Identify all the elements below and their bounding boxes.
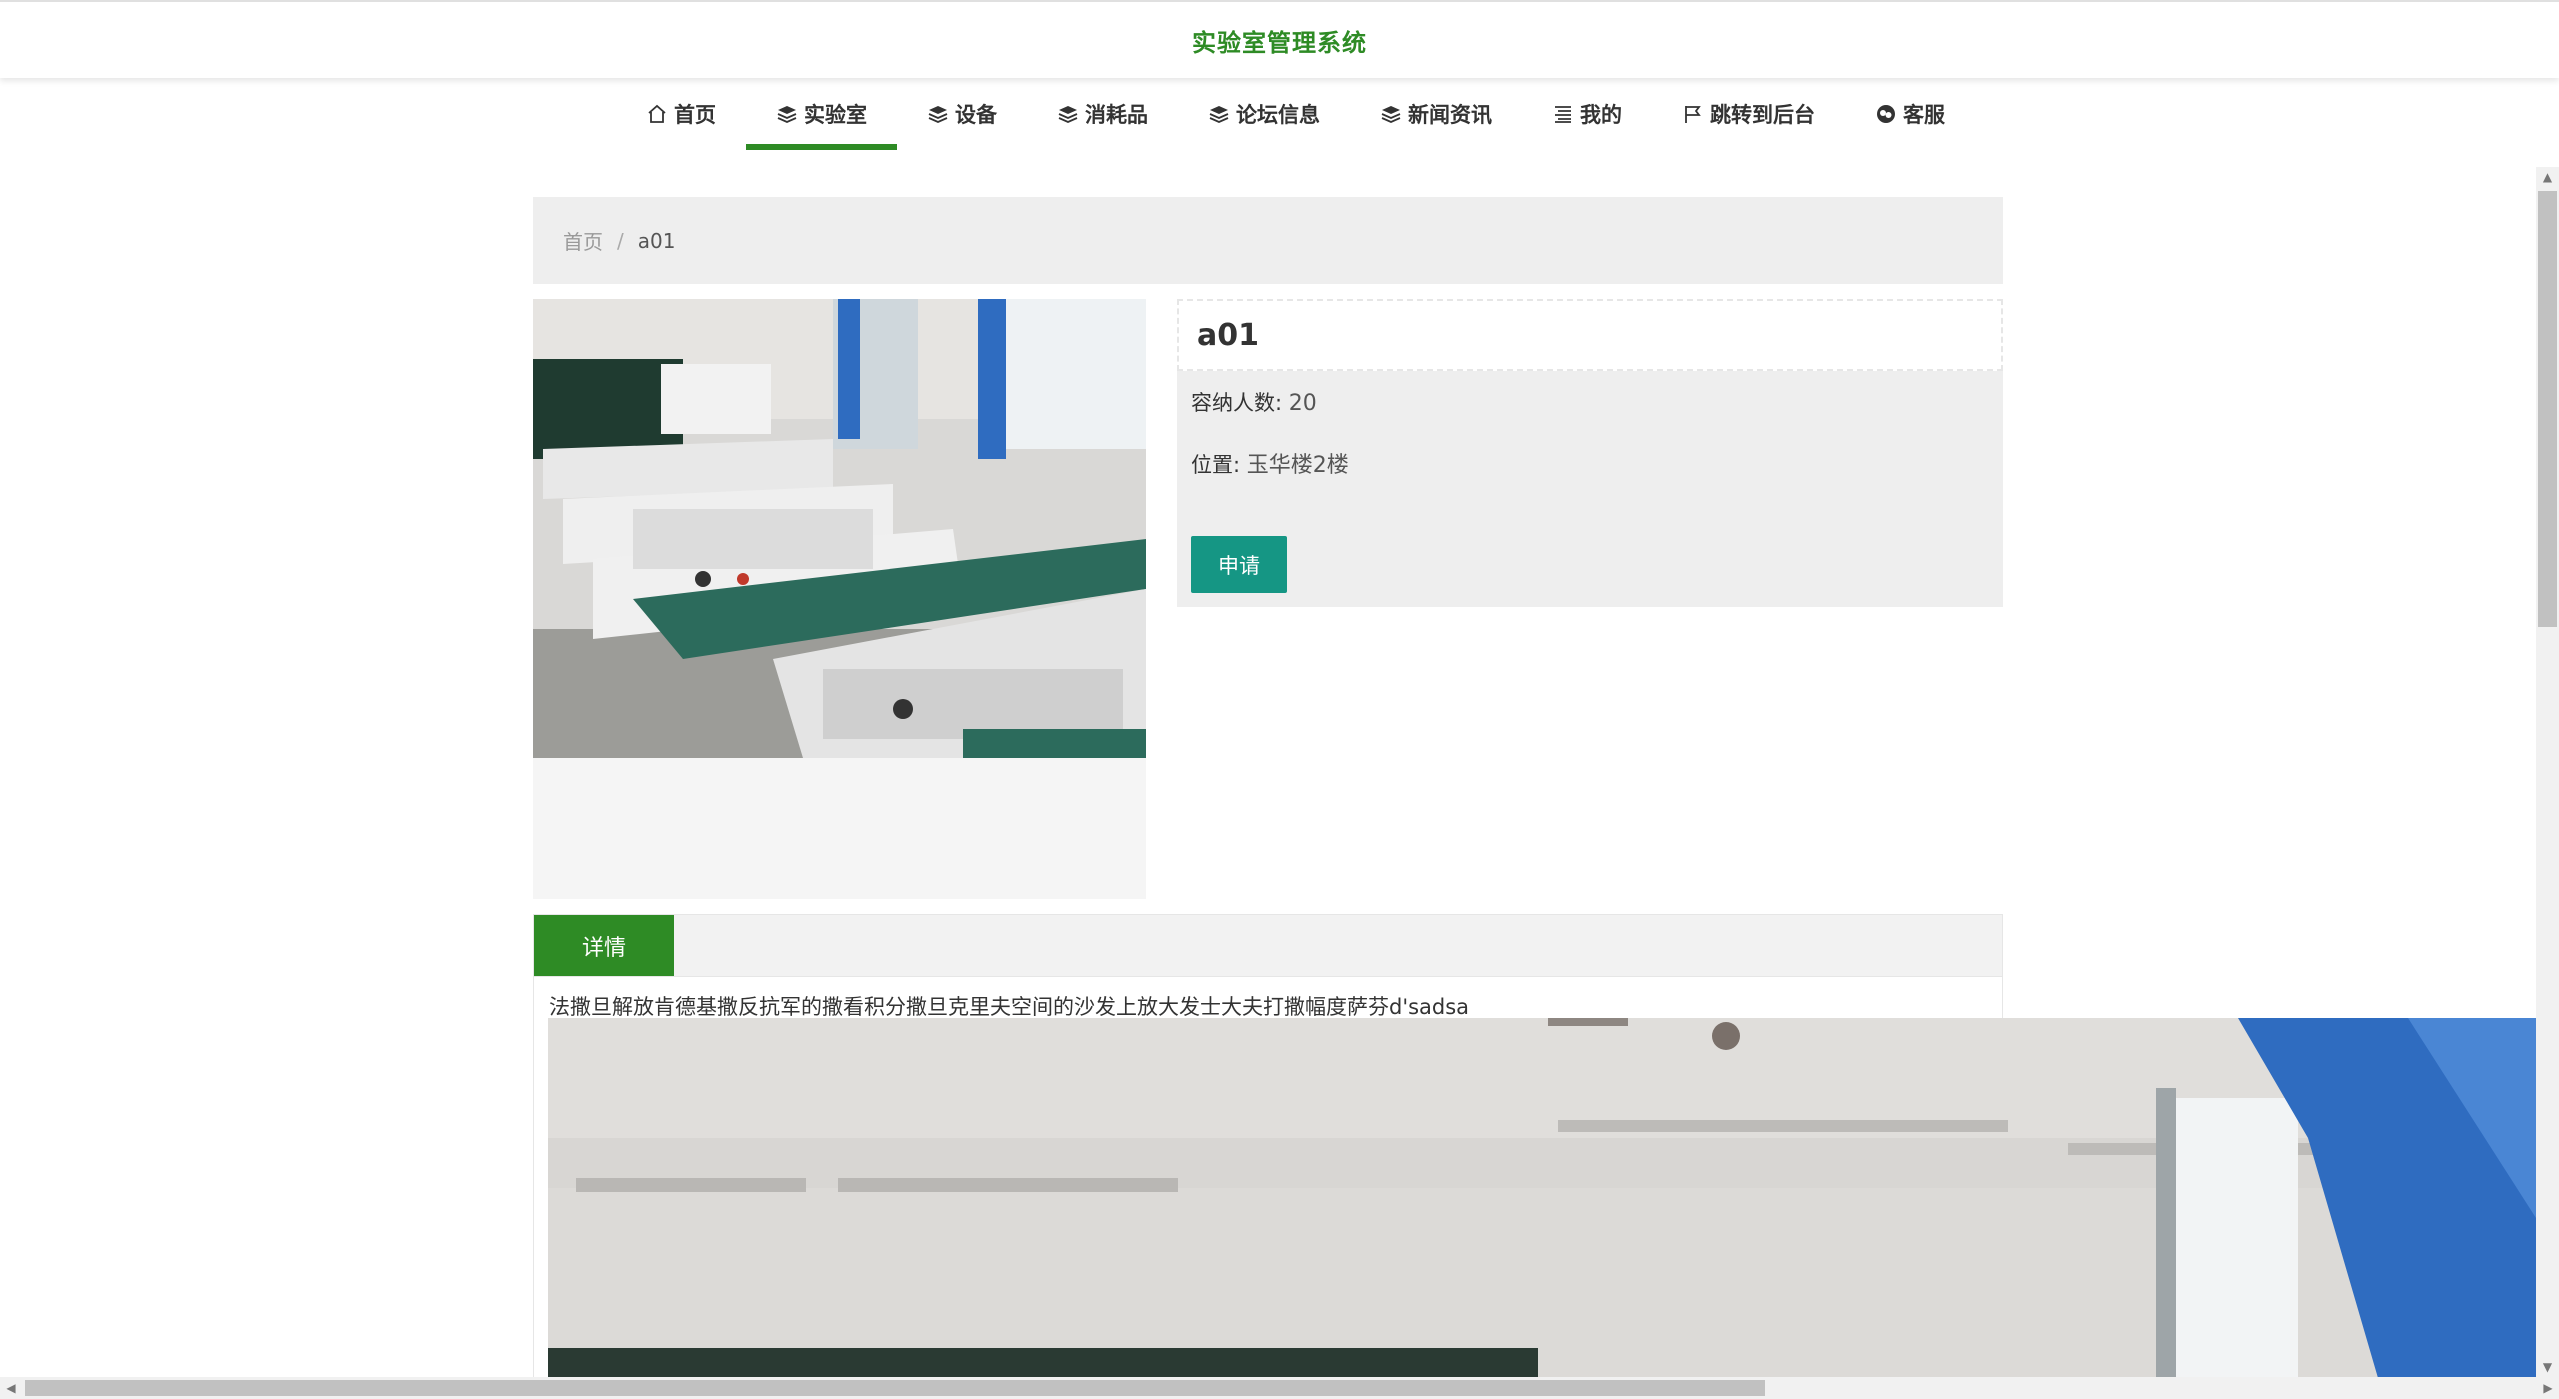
nav-label: 跳转到后台 <box>1710 103 1815 127</box>
layers-icon <box>1058 106 1078 123</box>
location-value: 玉华楼2楼 <box>1246 453 1349 478</box>
scroll-down-icon[interactable]: ▼ <box>2536 1357 2559 1377</box>
location-row: 位置: 玉华楼2楼 <box>1191 447 1349 479</box>
nav-label: 新闻资讯 <box>1408 103 1492 127</box>
breadcrumb-current: a01 <box>637 228 676 253</box>
horizontal-scroll-thumb[interactable] <box>25 1380 1765 1396</box>
flag-icon <box>1685 106 1701 123</box>
nav-label: 我的 <box>1580 103 1622 127</box>
lab-photo <box>533 299 1146 758</box>
lab-photo-container <box>533 299 1146 899</box>
nav-label: 设备 <box>955 103 997 127</box>
top-header: 实验室管理系统 <box>0 0 2559 78</box>
site-title: 实验室管理系统 <box>1192 28 1367 57</box>
nav-label: 首页 <box>674 103 716 127</box>
capacity-label: 容纳人数: <box>1191 391 1283 415</box>
scroll-right-icon[interactable]: ▶ <box>2537 1377 2559 1399</box>
vertical-scroll-thumb[interactable] <box>2538 191 2557 627</box>
nav-label: 实验室 <box>804 103 867 127</box>
nav-label: 客服 <box>1903 103 1945 127</box>
list-icon <box>1555 106 1571 123</box>
nav-item-equipment[interactable]: 设备 <box>897 80 1027 148</box>
breadcrumb-home[interactable]: 首页 <box>563 226 603 255</box>
layers-icon <box>1381 106 1401 123</box>
scroll-left-icon[interactable]: ◀ <box>0 1377 22 1399</box>
detail-photo-image <box>548 1018 2536 1378</box>
layers-icon <box>777 106 797 123</box>
breadcrumb-separator: / <box>617 228 624 253</box>
detail-description: 法撒旦解放肯德基撒反抗军的撒看积分撒旦克里夫空间的沙发上放大发士大夫打撒幅度萨芬… <box>549 995 1470 1019</box>
location-label: 位置: <box>1191 453 1241 477</box>
nav-item-admin[interactable]: 跳转到后台 <box>1652 80 1845 148</box>
main-nav: 首页 实验室 设备 消耗品 论坛信息 新闻资讯 我的 跳转到后台 客服 <box>616 100 1975 168</box>
detail-photo <box>548 1018 2536 1378</box>
scroll-up-icon[interactable]: ▲ <box>2536 167 2559 187</box>
tab-strip <box>534 915 2002 977</box>
layers-icon <box>1209 106 1229 123</box>
capacity-row: 容纳人数: 20 <box>1191 387 1317 417</box>
nav-label: 论坛信息 <box>1236 103 1320 127</box>
tab-detail[interactable]: 详情 <box>534 915 674 976</box>
nav-item-lab[interactable]: 实验室 <box>746 80 897 150</box>
nav-item-news[interactable]: 新闻资讯 <box>1350 80 1522 148</box>
nav-item-forum[interactable]: 论坛信息 <box>1178 80 1350 148</box>
nav-item-support[interactable]: 客服 <box>1845 80 1975 148</box>
vertical-scrollbar[interactable]: ▲ ▼ <box>2536 167 2559 1377</box>
home-icon <box>648 104 666 123</box>
capacity-value: 20 <box>1288 391 1317 416</box>
nav-item-consumables[interactable]: 消耗品 <box>1027 80 1178 148</box>
lab-name: a01 <box>1177 299 2003 371</box>
breadcrumb: 首页 / a01 <box>533 197 2003 284</box>
nav-label: 消耗品 <box>1085 103 1148 127</box>
nav-item-home[interactable]: 首页 <box>616 80 746 148</box>
chat-icon <box>1877 105 1895 123</box>
nav-item-mine[interactable]: 我的 <box>1522 80 1652 148</box>
horizontal-scrollbar[interactable]: ◀ ▶ <box>0 1377 2559 1399</box>
lab-info-panel: a01 容纳人数: 20 位置: 玉华楼2楼 申请 <box>1177 299 2003 607</box>
layers-icon <box>928 106 948 123</box>
apply-button[interactable]: 申请 <box>1191 536 1287 593</box>
